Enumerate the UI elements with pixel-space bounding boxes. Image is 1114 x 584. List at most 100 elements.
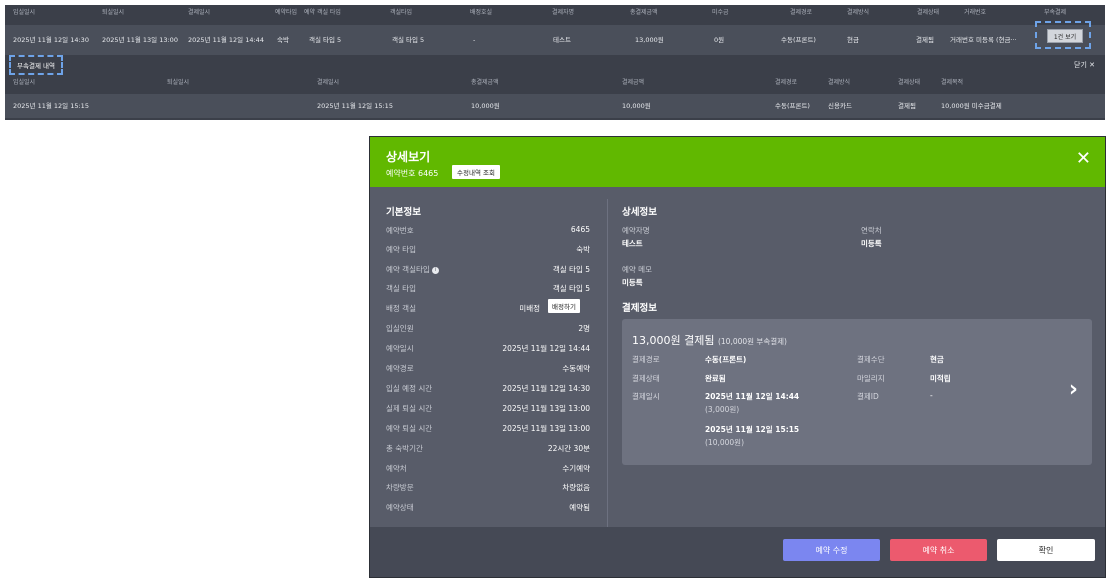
label-actual-checkout: 실제 퇴실 시간 <box>386 404 433 413</box>
sub-cell-total: 10,000원 <box>471 102 500 110</box>
payment-sub-text: (10,000원 부속결제) <box>717 337 787 346</box>
sub-cell-route: 수동(프론트) <box>775 102 810 110</box>
col-method: 결제방식 <box>847 9 870 16</box>
sub-col-paid-at: 결제일시 <box>317 79 340 86</box>
col-status: 결제상태 <box>917 9 940 16</box>
cancel-booking-button[interactable]: 예약 취소 <box>890 539 987 561</box>
cell-method: 현금 <box>847 36 859 44</box>
pay-route-label: 결제경로 <box>632 355 660 364</box>
sub-cell-status: 결제됨 <box>898 102 916 110</box>
modal-footer: 예약 수정 예약 취소 확인 <box>370 527 1105 577</box>
pay-amount2: (10,000원) <box>705 438 744 447</box>
cell-paid-at: 2025년 11월 12일 14:44 <box>188 36 264 44</box>
pay-date-label: 결제일시 <box>632 392 660 401</box>
col-sub-payment: 부속결제 <box>1044 9 1067 16</box>
cell-room-type: 객실 타입 5 <box>392 36 425 44</box>
label-booking-type: 예약 타입 <box>386 245 416 254</box>
col-payer: 결제자명 <box>552 9 575 16</box>
label-booking-status: 예약상태 <box>386 503 414 512</box>
info-icon[interactable]: i <box>431 266 439 274</box>
label-booked-at: 예약일시 <box>386 344 414 353</box>
label-booking-source: 예약처 <box>386 464 407 473</box>
pay-date1: 2025년 11월 12일 14:44 <box>705 392 800 401</box>
label-assigned-room: 배정 객실 <box>386 304 416 313</box>
value-booked-checkout: 2025년 11월 13일 13:00 <box>502 424 590 433</box>
col-paid-at: 결제일시 <box>188 9 211 16</box>
table-row[interactable]: 2025년 11월 12일 14:30 2025년 11월 13일 13:00 … <box>5 25 1105 55</box>
close-icon[interactable]: ✕ <box>1076 150 1091 168</box>
modal-header: 상세보기 예약번호 6465 수정내역 조회 ✕ <box>370 137 1105 187</box>
memo-value: 미등록 <box>622 278 643 287</box>
pay-date2: 2025년 11월 12일 15:15 <box>705 425 800 434</box>
edit-history-button[interactable]: 수정내역 조회 <box>452 165 500 179</box>
pay-status-label: 결제상태 <box>632 374 660 383</box>
col-checkin: 입실일시 <box>13 9 36 16</box>
sub-cell-paid-at: 2025년 11월 12일 15:15 <box>317 102 393 110</box>
col-room-type: 객실타입 <box>390 9 413 16</box>
pay-id-value: - <box>930 391 933 400</box>
value-guests: 2명 <box>578 324 590 333</box>
payment-info-title: 결제정보 <box>622 303 657 314</box>
column-divider <box>607 199 608 529</box>
booker-value: 테스트 <box>622 239 643 248</box>
col-route: 결제경로 <box>790 9 813 16</box>
pay-mileage-label: 마일리지 <box>857 374 885 383</box>
value-vehicle: 차량없음 <box>562 483 590 492</box>
sub-col-status: 결제상태 <box>898 79 921 86</box>
col-booking-type: 예약타입 <box>275 9 298 16</box>
value-booking-status: 예약됨 <box>569 503 590 512</box>
sub-cell-method: 신용카드 <box>828 102 852 110</box>
memo-label: 예약 메모 <box>622 265 652 274</box>
pay-id-label: 결제ID <box>857 392 879 401</box>
label-expected-checkin: 입실 예정 시간 <box>386 384 433 393</box>
confirm-button[interactable]: 확인 <box>997 539 1095 561</box>
value-booking-type: 숙박 <box>576 245 590 254</box>
sub-table-row[interactable]: 2025년 11월 12일 15:15 2025년 11월 12일 15:15 … <box>5 94 1105 118</box>
label-stay-duration: 총 숙박기간 <box>386 444 423 453</box>
pay-amount1: (3,000원) <box>705 405 740 414</box>
contact-label: 연락처 <box>861 226 882 235</box>
label-booking-no: 예약번호 <box>386 226 414 235</box>
col-unpaid: 미수금 <box>712 9 729 16</box>
pay-route-value: 수동(프론트) <box>705 355 747 364</box>
label-guests: 입실인원 <box>386 324 414 333</box>
cell-status: 결제됨 <box>916 36 934 44</box>
basic-info-title: 기본정보 <box>386 207 421 218</box>
cell-route: 수동(프론트) <box>781 36 816 44</box>
col-checkout: 퇴실일시 <box>102 9 125 16</box>
chevron-right-icon[interactable]: › <box>1069 377 1078 402</box>
modal-title: 상세보기 <box>386 150 431 164</box>
sub-col-route: 결제경로 <box>775 79 798 86</box>
view-one-button[interactable]: 1건 보기 <box>1047 29 1083 43</box>
edit-booking-button[interactable]: 예약 수정 <box>783 539 880 561</box>
value-actual-checkout: 2025년 11월 13일 13:00 <box>502 404 590 413</box>
sub-col-amount: 결제금액 <box>622 79 645 86</box>
cell-txn: 거래번호 미등록 (현금··· <box>950 36 1017 44</box>
value-booking-no: 6465 <box>570 225 590 234</box>
pay-status-value: 완료됨 <box>705 374 726 383</box>
detail-info-title: 상세정보 <box>622 207 657 218</box>
value-room-type: 객실 타입 5 <box>552 284 590 293</box>
cell-payer: 테스트 <box>553 36 571 44</box>
sub-cell-purpose: 10,000원 미수금결제 <box>941 102 1002 110</box>
payment-card[interactable]: 13,000원 결제됨 (10,000원 부속결제) 결제경로 수동(프론트) … <box>622 319 1092 465</box>
close-sub-payment-button[interactable]: 닫기 ✕ <box>1074 60 1095 70</box>
pay-mileage-value: 미적립 <box>930 374 951 383</box>
sub-col-total: 총결제금액 <box>471 79 499 86</box>
label-booked-checkout: 예약 퇴실 시간 <box>386 424 433 433</box>
value-booked-at: 2025년 11월 12일 14:44 <box>502 344 590 353</box>
sub-col-method: 결제방식 <box>828 79 851 86</box>
one-item-view-highlight: 1건 보기 <box>1035 21 1091 49</box>
col-total: 총결제금액 <box>630 9 658 16</box>
label-room-type: 객실 타입 <box>386 284 416 293</box>
cell-booked-room-type: 객실 타입 5 <box>309 36 342 44</box>
value-booking-source: 수기예약 <box>562 464 590 473</box>
detail-modal: 상세보기 예약번호 6465 수정내역 조회 ✕ 기본정보 예약번호 6465 … <box>369 136 1106 578</box>
col-booked-room-type: 예약 객실 타입 <box>304 9 341 16</box>
payment-card-title: 13,000원 결제됨 (10,000원 부속결제) <box>632 332 787 348</box>
sub-cell-checkin: 2025년 11월 12일 15:15 <box>13 102 89 110</box>
label-booked-room-type-text: 예약 객실타입 <box>386 265 430 274</box>
booker-label: 예약자명 <box>622 226 650 235</box>
assign-room-button[interactable]: 배정하기 <box>548 299 580 313</box>
sub-cell-amount: 10,000원 <box>622 102 651 110</box>
